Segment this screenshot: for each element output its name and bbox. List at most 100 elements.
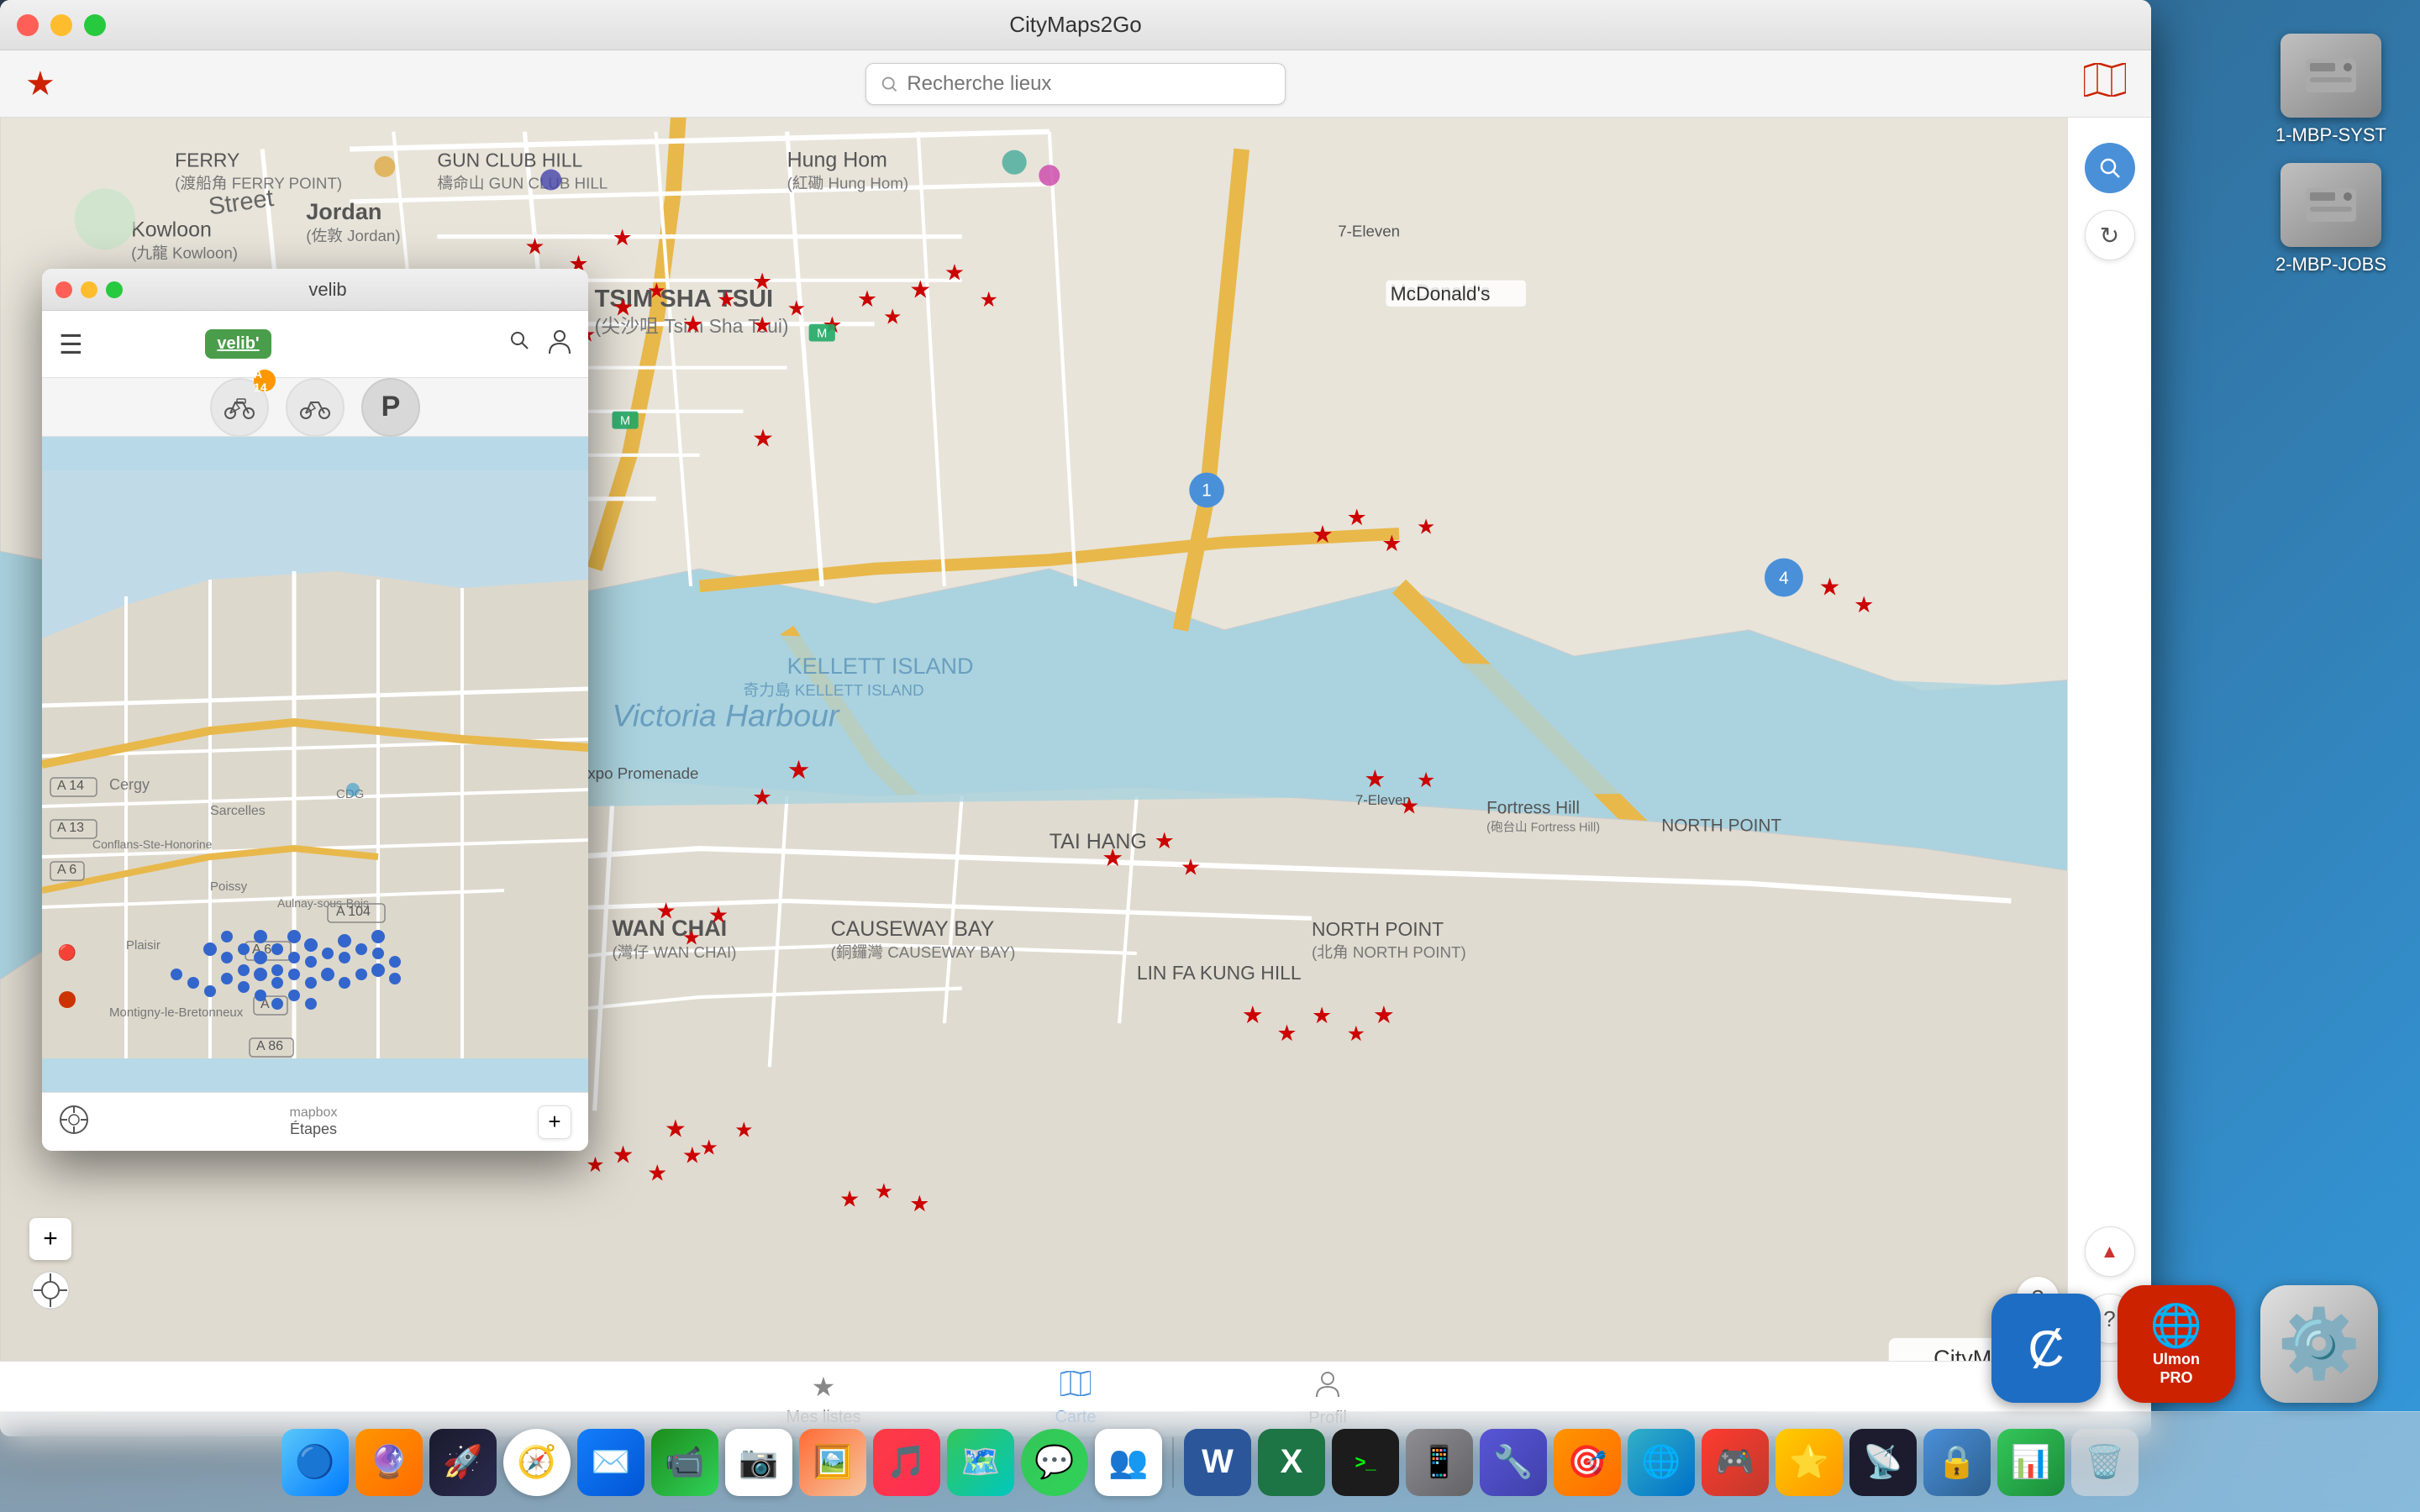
velib-window: velib ☰ velib' — [42, 269, 588, 1151]
dock-item-safari[interactable]: 🧭 — [503, 1429, 571, 1496]
dock-item-word[interactable]: W — [1184, 1429, 1251, 1496]
svg-text:★: ★ — [612, 294, 634, 321]
svg-text:★: ★ — [752, 312, 772, 338]
map-toggle-icon[interactable] — [2084, 63, 2126, 104]
velib-menu-icon[interactable]: ☰ — [59, 328, 83, 360]
svg-text:★: ★ — [1347, 505, 1367, 530]
velib-header: ☰ velib' — [42, 311, 588, 378]
search-panel-button[interactable] — [2085, 143, 2135, 193]
svg-text:★: ★ — [980, 288, 998, 312]
svg-text:★: ★ — [1417, 769, 1435, 792]
svg-text:★: ★ — [752, 425, 774, 452]
velib-parking-button[interactable]: P — [361, 378, 420, 437]
svg-text:A 13: A 13 — [57, 821, 84, 835]
velib-minimize-button[interactable] — [81, 281, 97, 298]
disk-1-mbp-syst[interactable]: 1-MBP-SYST — [2275, 34, 2386, 146]
disk-2-label: 2-MBP-JOBS — [2275, 254, 2386, 276]
svg-text:★: ★ — [1276, 1021, 1297, 1046]
dock-item-siri[interactable]: 🔮 — [355, 1429, 423, 1496]
minimize-button[interactable] — [50, 14, 72, 36]
svg-text:M: M — [620, 414, 630, 428]
svg-text:★: ★ — [909, 1191, 929, 1216]
disk-1-label: 1-MBP-SYST — [2275, 124, 2386, 146]
velib-profile-icon[interactable] — [548, 328, 571, 360]
search-bar[interactable] — [865, 63, 1286, 105]
dock-item-itunes[interactable]: 🎵 — [873, 1429, 940, 1496]
sysprefs-icon[interactable]: ⚙️ — [2260, 1285, 2378, 1403]
svg-text:Hung Hom: Hung Hom — [787, 148, 887, 171]
dock-item-maps[interactable]: 🗺️ — [947, 1429, 1014, 1496]
dock-item-misc5[interactable]: 🎮 — [1702, 1429, 1769, 1496]
svg-text:★: ★ — [752, 785, 772, 810]
svg-text:GUN CLUB HILL: GUN CLUB HILL — [437, 149, 582, 171]
svg-text:1: 1 — [1202, 481, 1212, 501]
dock-item-misc3[interactable]: 🎯 — [1554, 1429, 1621, 1496]
svg-text:★: ★ — [787, 297, 806, 320]
dock-item-trash[interactable]: 🗑️ — [2071, 1429, 2139, 1496]
svg-text:★: ★ — [734, 1118, 753, 1142]
svg-text:(九龍 Kowloon): (九龍 Kowloon) — [131, 244, 238, 262]
svg-text:★: ★ — [1364, 766, 1386, 793]
svg-text:★: ★ — [1312, 1003, 1332, 1028]
dock-item-misc4[interactable]: 🌐 — [1628, 1429, 1695, 1496]
dock-item-misc2[interactable]: 🔧 — [1480, 1429, 1547, 1496]
svg-text:★: ★ — [909, 276, 931, 303]
dock-item-finder[interactable]: 🔵 — [281, 1429, 349, 1496]
velib-bike-button-2[interactable] — [286, 378, 345, 437]
velib-location-icon[interactable] — [59, 1105, 89, 1139]
svg-text:McDonald's: McDonald's — [1391, 283, 1491, 305]
svg-text:Jordan: Jordan — [306, 199, 381, 224]
ulmon-label: UlmonPRO — [2153, 1351, 2200, 1387]
bike-icon-2 — [300, 396, 330, 419]
compass-button[interactable]: ▲ — [2085, 1226, 2135, 1277]
refresh-panel-button[interactable]: ↻ — [2085, 210, 2135, 260]
dock-item-misc7[interactable]: 📡 — [1849, 1429, 1917, 1496]
bike-icon-1 — [224, 396, 255, 419]
window-title: CityMaps2Go — [1009, 12, 1142, 38]
velib-bike-button-1[interactable]: A 14 — [210, 378, 269, 437]
dock-item-preview[interactable]: 🖼️ — [799, 1429, 866, 1496]
dock-item-misc8[interactable]: 🔒 — [1923, 1429, 1991, 1496]
etapes-label: Étapes — [290, 1121, 337, 1138]
dock-separator — [1172, 1437, 1174, 1488]
clever-icon[interactable]: Ȼ — [1991, 1294, 2101, 1403]
dock-item-misc9[interactable]: 📊 — [1997, 1429, 2065, 1496]
dock-item-facetime[interactable]: 📹 — [651, 1429, 718, 1496]
favorites-star-icon[interactable]: ★ — [25, 65, 55, 103]
location-icon — [29, 1269, 71, 1311]
dock-item-photos[interactable]: 📷 — [725, 1429, 792, 1496]
svg-text:★: ★ — [682, 312, 704, 339]
dock-item-misc6[interactable]: ⭐ — [1776, 1429, 1843, 1496]
dock-item-messages[interactable]: 💬 — [1021, 1429, 1088, 1496]
velib-zoom-icon[interactable]: + — [538, 1105, 571, 1139]
svg-text:★: ★ — [708, 903, 729, 928]
svg-text:A 6: A 6 — [57, 863, 76, 877]
svg-text:(北角 NORTH POINT): (北角 NORTH POINT) — [1312, 943, 1466, 961]
maximize-button[interactable] — [84, 14, 106, 36]
velib-search-icon[interactable] — [508, 328, 531, 360]
velib-map[interactable]: Cergy Conflans-Ste-Honorine Sarcelles Po… — [42, 437, 588, 1092]
svg-text:Kowloon: Kowloon — [131, 218, 212, 242]
location-button[interactable] — [29, 1269, 71, 1319]
velib-close-button[interactable] — [55, 281, 72, 298]
svg-text:NORTH POINT: NORTH POINT — [1661, 816, 1781, 835]
search-input[interactable] — [907, 72, 1271, 96]
dock-item-excel[interactable]: X — [1258, 1429, 1325, 1496]
velib-maximize-button[interactable] — [106, 281, 123, 298]
svg-text:奇力島 KELLETT ISLAND: 奇力島 KELLETT ISLAND — [744, 681, 924, 699]
dock-item-contacts[interactable]: 👥 — [1095, 1429, 1162, 1496]
zoom-in-button[interactable]: + — [29, 1218, 71, 1260]
dock-item-misc1[interactable]: 📱 — [1406, 1429, 1473, 1496]
velib-footer-center: mapbox Étapes — [290, 1105, 338, 1138]
ulmon-pro-icon[interactable]: 🌐 UlmonPRO — [2118, 1285, 2235, 1403]
window-titlebar: CityMaps2Go — [0, 0, 2151, 50]
svg-text:(砲台山 Fortress Hill): (砲台山 Fortress Hill) — [1486, 820, 1600, 834]
svg-text:★: ★ — [883, 306, 902, 329]
dock-item-launchpad[interactable]: 🚀 — [429, 1429, 497, 1496]
ulmon-globe-icon: 🌐 — [2150, 1301, 2202, 1351]
dock-item-terminal[interactable]: >_ — [1332, 1429, 1399, 1496]
dock-item-mail[interactable]: ✉️ — [577, 1429, 644, 1496]
close-button[interactable] — [17, 14, 39, 36]
disk-2-mbp-jobs[interactable]: 2-MBP-JOBS — [2275, 163, 2386, 276]
svg-text:★: ★ — [1417, 515, 1435, 538]
